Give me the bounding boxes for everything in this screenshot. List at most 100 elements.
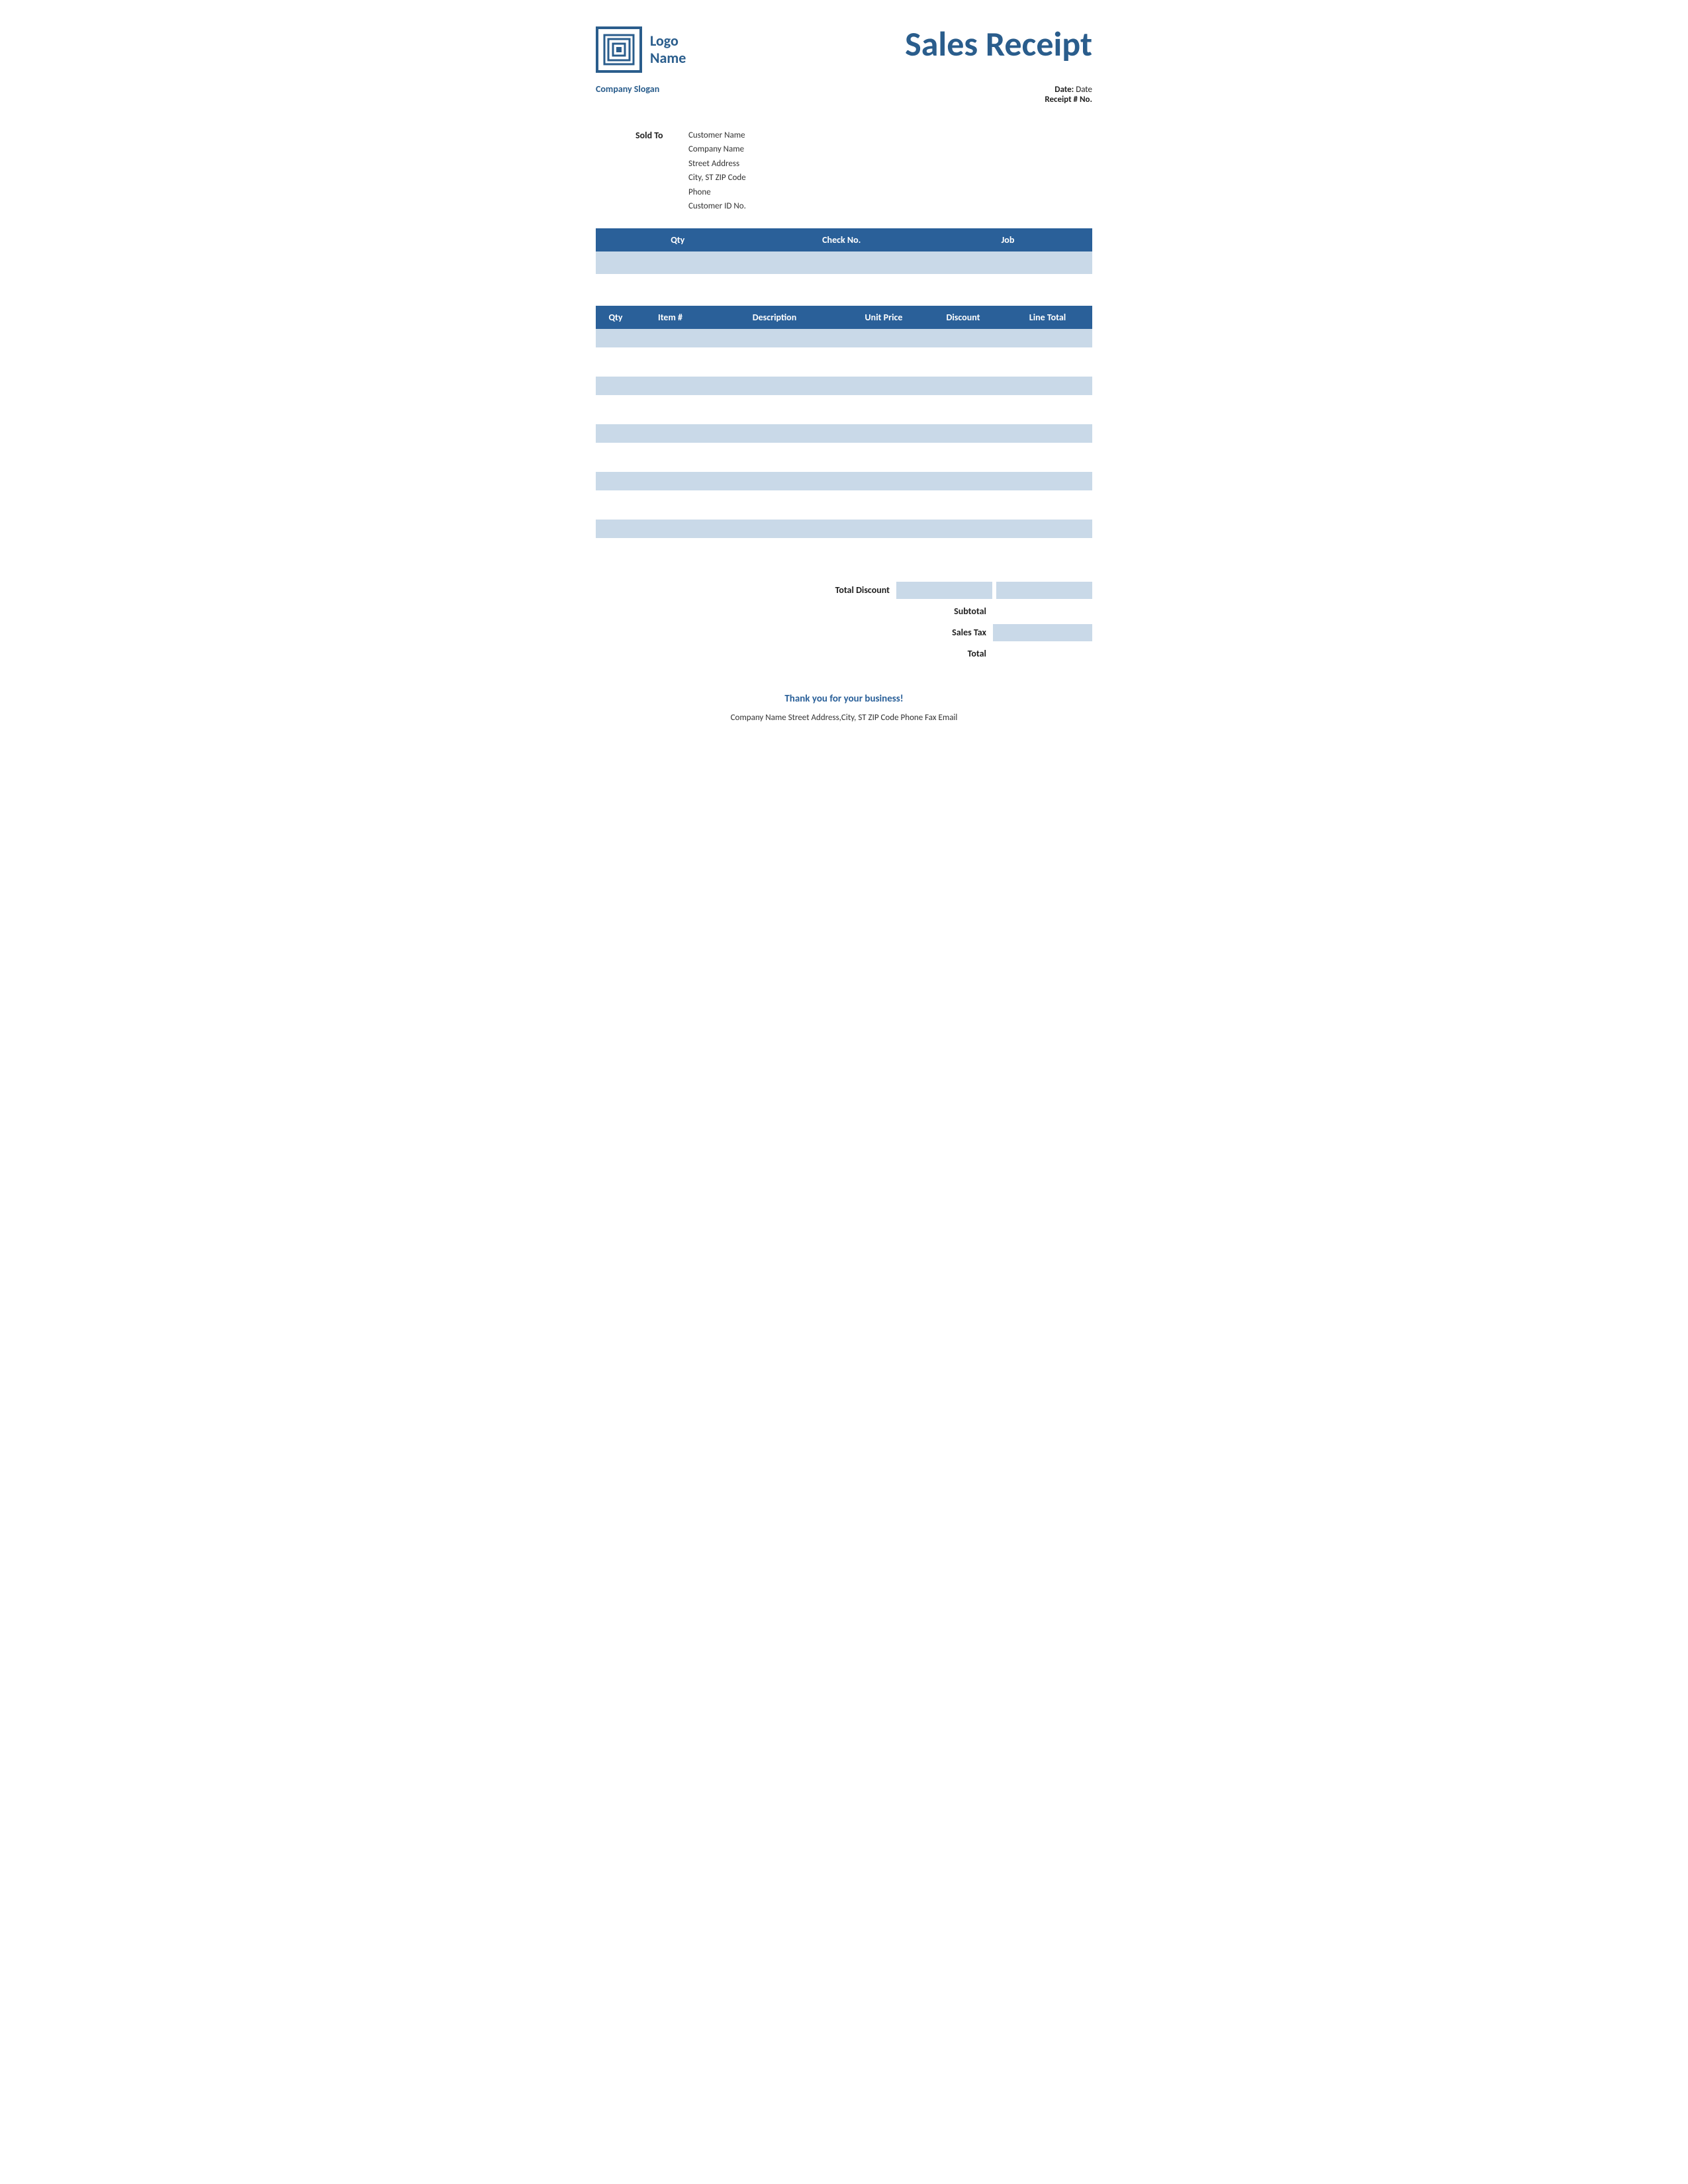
table-row bbox=[1003, 353, 1092, 371]
phone: Phone bbox=[688, 185, 746, 199]
street-address: Street Address bbox=[688, 157, 746, 171]
date-value: Date bbox=[1076, 85, 1092, 95]
sales-tax-row: Sales Tax bbox=[880, 624, 1092, 641]
table-row bbox=[635, 419, 705, 424]
table-row bbox=[1003, 467, 1092, 472]
table-row bbox=[923, 329, 1003, 347]
table-row bbox=[1003, 347, 1092, 353]
table-row bbox=[596, 472, 635, 490]
table-row bbox=[923, 443, 1003, 448]
table-row bbox=[596, 419, 635, 424]
table-row bbox=[705, 467, 844, 472]
table-row bbox=[635, 543, 705, 562]
payment-method-header: Qty bbox=[596, 228, 760, 251]
subtotal-box bbox=[993, 603, 1092, 620]
table-row bbox=[1003, 490, 1092, 496]
sales-tax-label: Sales Tax bbox=[880, 627, 986, 638]
table-row bbox=[596, 443, 635, 448]
table-row bbox=[1003, 543, 1092, 562]
job-header: Job bbox=[923, 228, 1092, 251]
table-row bbox=[1003, 443, 1092, 448]
table-row bbox=[596, 353, 635, 371]
table-row bbox=[1003, 371, 1092, 377]
header: Logo Name Sales Receipt bbox=[596, 26, 1092, 73]
date-receipt-area: Date: Date Receipt # No. bbox=[1045, 85, 1092, 105]
table-row bbox=[705, 419, 844, 424]
payment-method-cell bbox=[596, 251, 760, 274]
totals-section: Total Discount Subtotal Sales Tax Total bbox=[596, 582, 1092, 666]
customer-id: Customer ID No. bbox=[688, 199, 746, 213]
sold-to-details: Customer Name Company Name Street Addres… bbox=[688, 128, 746, 214]
table-row bbox=[705, 353, 844, 371]
total-discount-box2 bbox=[996, 582, 1092, 599]
thank-you: Thank you for your business! bbox=[596, 693, 1092, 705]
table-row bbox=[1003, 520, 1092, 538]
table-row bbox=[635, 520, 705, 538]
table-row bbox=[635, 377, 705, 395]
payment-table: Qty Check No. Job bbox=[596, 228, 1092, 274]
table-row bbox=[1003, 377, 1092, 395]
table-row bbox=[1003, 424, 1092, 443]
table-row bbox=[635, 472, 705, 490]
table-row bbox=[923, 538, 1003, 543]
table-row bbox=[705, 395, 844, 400]
table-row bbox=[923, 400, 1003, 419]
sales-tax-box bbox=[993, 624, 1092, 641]
logo-area: Logo Name bbox=[596, 26, 686, 73]
table-row bbox=[635, 353, 705, 371]
table-row bbox=[1003, 514, 1092, 520]
table-row bbox=[705, 329, 844, 347]
total-label: Total bbox=[880, 648, 986, 659]
footer-address: Company Name Street Address,City, ST ZIP… bbox=[596, 713, 1092, 723]
table-row bbox=[923, 562, 1003, 567]
table-row bbox=[635, 395, 705, 400]
table-row bbox=[596, 395, 635, 400]
total-discount-label: Total Discount bbox=[784, 584, 890, 596]
table-row bbox=[635, 400, 705, 419]
table-row bbox=[844, 400, 923, 419]
table-row bbox=[635, 443, 705, 448]
table-row bbox=[705, 496, 844, 514]
table-row bbox=[635, 467, 705, 472]
line-total-header: Line Total bbox=[1003, 306, 1092, 329]
table-row bbox=[844, 467, 923, 472]
table-row bbox=[596, 514, 635, 520]
table-row bbox=[596, 538, 635, 543]
table-row bbox=[705, 538, 844, 543]
table-row bbox=[923, 472, 1003, 490]
subtotal-row: Subtotal bbox=[880, 603, 1092, 620]
check-no-header: Check No. bbox=[760, 228, 924, 251]
table-row bbox=[1003, 395, 1092, 400]
table-row bbox=[705, 371, 844, 377]
table-row bbox=[705, 377, 844, 395]
table-row bbox=[844, 472, 923, 490]
city-state-zip: City, ST ZIP Code bbox=[688, 171, 746, 185]
table-row bbox=[844, 347, 923, 353]
qty-header: Qty bbox=[596, 306, 635, 329]
table-row bbox=[923, 520, 1003, 538]
total-discount-row: Total Discount bbox=[774, 582, 1092, 599]
table-row bbox=[923, 496, 1003, 514]
table-row bbox=[596, 496, 635, 514]
table-row bbox=[1003, 329, 1092, 347]
title-area: Sales Receipt bbox=[905, 26, 1092, 61]
table-row bbox=[635, 538, 705, 543]
table-row bbox=[1003, 496, 1092, 514]
table-row bbox=[923, 419, 1003, 424]
table-row bbox=[844, 496, 923, 514]
table-row bbox=[844, 520, 923, 538]
table-row bbox=[635, 347, 705, 353]
table-row bbox=[844, 353, 923, 371]
total-box bbox=[993, 645, 1092, 662]
subtotal-label: Subtotal bbox=[880, 606, 986, 617]
table-row bbox=[705, 443, 844, 448]
sold-to-section: Sold To Customer Name Company Name Stree… bbox=[635, 128, 1092, 214]
table-row bbox=[596, 520, 635, 538]
table-row bbox=[596, 347, 635, 353]
table-row bbox=[705, 424, 844, 443]
table-row bbox=[844, 443, 923, 448]
table-row bbox=[844, 514, 923, 520]
total-discount-boxes bbox=[896, 582, 1092, 599]
table-row bbox=[1003, 472, 1092, 490]
table-row bbox=[844, 424, 923, 443]
